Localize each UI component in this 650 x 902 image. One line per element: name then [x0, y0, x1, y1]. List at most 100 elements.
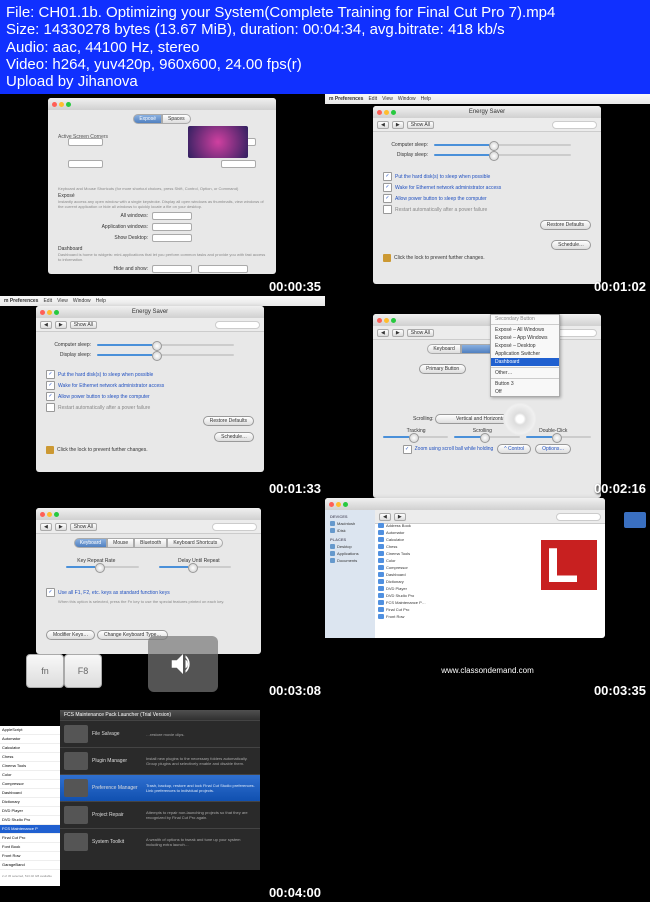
list-item[interactable]: Final Cut Pro — [0, 834, 60, 843]
edit-menu[interactable]: Edit — [368, 96, 377, 102]
lock-icon[interactable] — [383, 254, 391, 262]
search-input[interactable] — [212, 523, 257, 531]
list-item[interactable]: Cinema Tools — [375, 550, 455, 557]
window-menu[interactable]: Window — [73, 298, 91, 304]
list-item[interactable]: Dashboard — [375, 571, 455, 578]
back-button[interactable]: ◀ — [377, 121, 389, 129]
lock-icon[interactable] — [46, 446, 54, 454]
list-item[interactable]: Dictionary — [0, 798, 60, 807]
check-fn-keys[interactable]: Use all F1, F2, etc. keys as standard fu… — [46, 588, 251, 597]
list-item[interactable]: AppleScript — [0, 726, 60, 735]
restore-defaults-button[interactable]: Restore Defaults — [540, 220, 591, 230]
tab-keyboard[interactable]: Keyboard — [427, 344, 460, 354]
menu-dashboard[interactable]: Dashboard — [491, 358, 559, 366]
list-item[interactable]: Front Row — [375, 613, 455, 620]
check-hd-sleep[interactable]: Put the hard disk(s) to sleep when possi… — [46, 370, 254, 379]
check-wake-ethernet[interactable]: Wake for Ethernet network administrator … — [46, 381, 254, 390]
fwd-button[interactable]: ▶ — [55, 321, 67, 329]
tab-mouse-hidden[interactable] — [461, 344, 491, 354]
list-item[interactable]: DVD Player — [375, 585, 455, 592]
card-system-toolkit[interactable]: System ToolkitA wealth of options to twe… — [60, 828, 260, 855]
schedule-button[interactable]: Schedule… — [551, 240, 591, 250]
help-menu[interactable]: Help — [421, 96, 431, 102]
list-item[interactable]: FCS Maintenance P… — [375, 599, 455, 606]
list-item[interactable]: Final Cut Pro — [375, 606, 455, 613]
search-input[interactable] — [552, 121, 597, 129]
check-power-button[interactable]: Allow power button to sleep the computer — [46, 392, 254, 401]
options-button[interactable]: Options… — [535, 444, 571, 454]
list-item[interactable]: Front Row — [0, 852, 60, 861]
list-item[interactable]: Color — [0, 771, 60, 780]
list-item[interactable]: Address Book — [375, 522, 455, 529]
check-restart[interactable]: Restart automatically after a power fail… — [46, 403, 254, 412]
card-project-repair[interactable]: Project RepairAttempts to repair non-lau… — [60, 801, 260, 828]
hideshow-dd[interactable] — [152, 265, 192, 273]
tab-shortcuts[interactable]: Keyboard Shortcuts — [167, 538, 223, 548]
sidebar-item[interactable]: iDisk — [328, 527, 372, 534]
corner-bl[interactable] — [68, 160, 103, 168]
display-sleep-slider[interactable] — [434, 154, 571, 156]
view-menu[interactable]: View — [382, 96, 393, 102]
tracking-slider[interactable] — [383, 436, 448, 438]
list-item[interactable]: DVD Studio Pro — [0, 816, 60, 825]
computer-sleep-slider[interactable] — [97, 344, 234, 346]
sidebar-item[interactable]: Applications — [328, 550, 372, 557]
allwin-dd[interactable] — [152, 212, 192, 220]
menu-allwin[interactable]: Exposé – All Windows — [491, 326, 559, 334]
view-menu[interactable]: View — [57, 298, 68, 304]
computer-sleep-slider[interactable] — [434, 144, 571, 146]
modifier-keys-button[interactable]: Modifier Keys… — [46, 630, 95, 640]
showall-button[interactable]: Show All — [70, 523, 97, 531]
fwd-button[interactable]: ▶ — [55, 523, 67, 531]
tab-mouse[interactable]: Mouse — [107, 538, 134, 548]
list-item[interactable]: Font Book — [0, 843, 60, 852]
list-item[interactable]: FCS Maintenance P — [0, 825, 60, 834]
desktop-folder-icon[interactable] — [624, 512, 646, 528]
sidebar-item[interactable]: Macintosh — [328, 520, 372, 527]
app-menu[interactable]: m Preferences — [4, 298, 38, 304]
app-menu[interactable]: m Preferences — [329, 96, 363, 102]
corner-tl[interactable] — [68, 138, 103, 146]
list-item[interactable]: Calculator — [375, 536, 455, 543]
list-item[interactable]: Color — [375, 557, 455, 564]
card-plugin-manager[interactable]: Plugin ManagerInstall new plugins to the… — [60, 747, 260, 774]
tab-expose[interactable]: Exposé — [133, 114, 162, 124]
mousebtn-dd[interactable] — [198, 265, 248, 273]
card-file-salvage[interactable]: File Salvage…restore movie clips. — [60, 720, 260, 747]
list-item[interactable]: Chess — [0, 753, 60, 762]
list-item[interactable]: Dashboard — [0, 789, 60, 798]
list-item[interactable]: Chess — [375, 543, 455, 550]
check-restart[interactable]: Restart automatically after a power fail… — [383, 205, 591, 214]
menu-button3[interactable]: Button 3 — [491, 380, 559, 388]
list-item[interactable]: Cinema Tools — [0, 762, 60, 771]
list-item[interactable]: Calculator — [0, 744, 60, 753]
list-item[interactable]: Dictionary — [375, 578, 455, 585]
help-menu[interactable]: Help — [96, 298, 106, 304]
primary-button-dd[interactable]: Primary Button — [419, 364, 466, 374]
desktop-dd[interactable] — [152, 234, 192, 242]
delay-slider[interactable] — [159, 566, 232, 568]
tab-keyboard[interactable]: Keyboard — [74, 538, 107, 548]
list-item[interactable]: DVD Studio Pro — [375, 592, 455, 599]
list-item[interactable]: Compressor — [375, 564, 455, 571]
tab-spaces[interactable]: Spaces — [162, 114, 191, 124]
display-sleep-slider[interactable] — [97, 354, 234, 356]
list-item[interactable]: Automator — [0, 735, 60, 744]
window-menu[interactable]: Window — [398, 96, 416, 102]
sidebar-item[interactable]: Documents — [328, 557, 372, 564]
menu-appwin[interactable]: Exposé – App Windows — [491, 334, 559, 342]
sidebar-item[interactable]: Desktop — [328, 543, 372, 550]
list-item[interactable]: Automator — [375, 529, 455, 536]
edit-menu[interactable]: Edit — [43, 298, 52, 304]
back-button[interactable]: ◀ — [40, 321, 52, 329]
list-item[interactable]: Compressor — [0, 780, 60, 789]
zoom-key-dd[interactable]: ^ Control — [497, 444, 531, 454]
check-power-button[interactable]: Allow power button to sleep the computer — [383, 194, 591, 203]
check-zoom[interactable]: Zoom using scroll ball while holding ^ C… — [383, 444, 591, 454]
schedule-button[interactable]: Schedule… — [214, 432, 254, 442]
back-button[interactable]: ◀ — [379, 513, 391, 521]
appwin-dd[interactable] — [152, 223, 192, 231]
showall-button[interactable]: Show All — [407, 329, 434, 337]
list-item[interactable]: DVD Player — [0, 807, 60, 816]
showall-button[interactable]: Show All — [70, 321, 97, 329]
